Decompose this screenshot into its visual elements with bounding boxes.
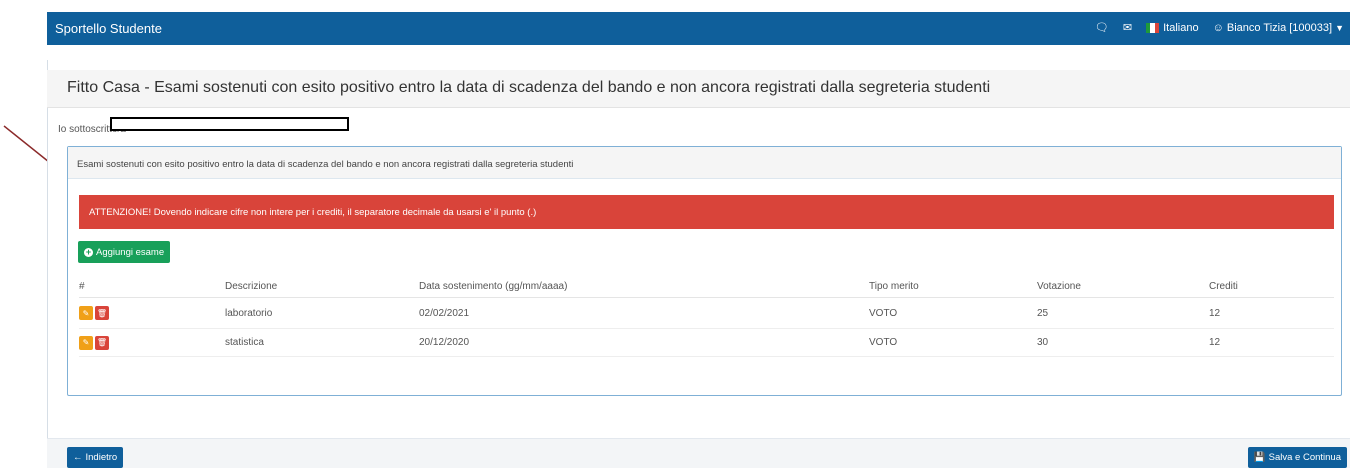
add-exam-button[interactable]: + Aggiungi esame: [78, 241, 171, 263]
brand-link[interactable]: Sportello Studente: [55, 21, 162, 36]
cell-crediti: 12: [1209, 328, 1334, 357]
back-label: Indietro: [85, 452, 118, 463]
cell-voto: 30: [1037, 328, 1209, 357]
back-button[interactable]: ← Indietro: [67, 447, 124, 468]
italy-flag-icon: [1146, 23, 1160, 33]
table-row: ✎ 🗑 laboratorio 02/02/2021 VOTO 25 12: [79, 297, 1334, 329]
floppy-disk-icon: 💾: [1253, 452, 1266, 463]
row-actions: ✎ 🗑: [79, 328, 225, 357]
cell-data: 02/02/2021: [419, 297, 869, 329]
cell-descrizione: statistica: [225, 328, 419, 357]
cell-descrizione: laboratorio: [225, 297, 419, 329]
col-hash: #: [79, 275, 225, 298]
add-exam-label: Aggiungi esame: [96, 246, 165, 258]
arrow-left-icon: ←: [73, 452, 83, 463]
cell-tipo: VOTO: [869, 328, 1037, 357]
top-navbar: Sportello Studente 🗨 ✉ Italiano ☺ Bianco…: [47, 12, 1350, 45]
exams-panel: Esami sostenuti con esito positivo entro…: [67, 146, 1342, 396]
navbar-right: 🗨 ✉ Italiano ☺ Bianco Tizia [100033] ▼: [1095, 22, 1344, 34]
user-label: Bianco Tizia [100033]: [1226, 22, 1333, 34]
col-crediti: Crediti: [1209, 275, 1334, 298]
col-data: Data sostenimento (gg/mm/aaaa): [419, 275, 869, 298]
page-title: Fitto Casa - Esami sostenuti con esito p…: [67, 79, 991, 96]
envelope-icon[interactable]: ✉: [1123, 22, 1132, 34]
warning-alert: ATTENZIONE! Dovendo indicare cifre non i…: [79, 195, 1334, 229]
comment-icon[interactable]: 🗨: [1095, 22, 1109, 34]
page-footer: [47, 438, 1350, 468]
trash-icon[interactable]: 🗑: [95, 306, 109, 320]
language-selector[interactable]: Italiano: [1146, 22, 1199, 34]
cell-data: 20/12/2020: [419, 328, 869, 357]
edit-icon[interactable]: ✎: [79, 335, 93, 350]
col-votazione: Votazione: [1037, 275, 1209, 298]
page-header: Fitto Casa - Esami sostenuti con esito p…: [47, 70, 1350, 108]
save-label: Salva e Continua: [1268, 452, 1341, 463]
col-descrizione: Descrizione: [225, 275, 419, 298]
user-menu[interactable]: ☺ Bianco Tizia [100033] ▼: [1213, 22, 1344, 34]
row-actions: ✎ 🗑: [79, 297, 225, 329]
cell-crediti: 12: [1209, 297, 1334, 329]
panel-heading: Esami sostenuti con esito positivo entro…: [68, 147, 1341, 179]
save-continue-button[interactable]: 💾 Salva e Continua: [1247, 447, 1347, 468]
language-label: Italiano: [1163, 22, 1199, 34]
table-row: ✎ 🗑 statistica 20/12/2020 VOTO 30 12: [79, 328, 1334, 357]
plus-icon: +: [84, 246, 93, 257]
trash-icon[interactable]: 🗑: [95, 335, 109, 350]
cell-voto: 25: [1037, 297, 1209, 329]
chevron-down-icon: ▼: [1335, 23, 1344, 33]
cell-tipo: VOTO: [869, 297, 1037, 329]
redaction-box: [110, 117, 349, 131]
edit-icon[interactable]: ✎: [79, 306, 93, 320]
user-icon: ☺: [1212, 22, 1227, 34]
col-tipo-merito: Tipo merito: [869, 275, 1037, 298]
exams-table: # Descrizione Data sostenimento (gg/mm/a…: [79, 275, 1334, 357]
